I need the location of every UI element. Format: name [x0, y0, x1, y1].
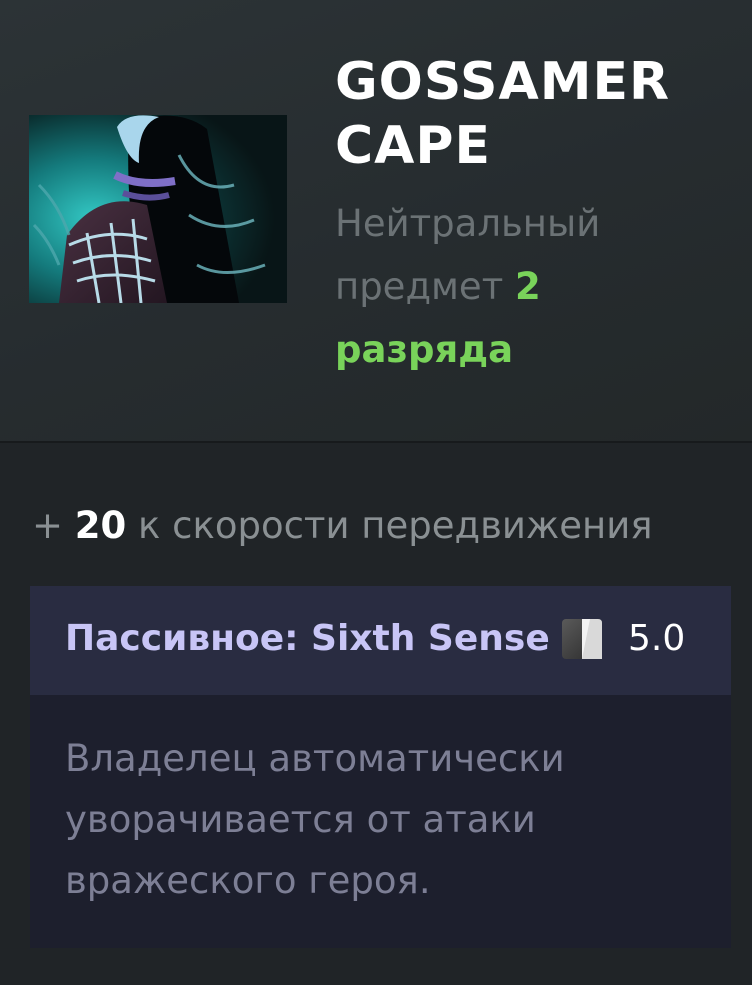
ability-description: Владелец автоматически уворачивается от …: [65, 737, 565, 902]
tooltip-body: + 20 к скорости передвижения Пассивное: …: [0, 443, 752, 985]
tooltip-header: GOSSAMER CAPE Нейтральный предмет 2 разряд…: [0, 0, 752, 443]
item-subtitle-prefix: Нейтральный предмет: [335, 202, 601, 308]
item-tooltip: GOSSAMER CAPE Нейтральный предмет 2 разряд…: [0, 0, 752, 985]
item-tier-number: 2: [515, 265, 541, 308]
item-name-line2: CAPE: [335, 116, 492, 176]
stat-line-move-speed: + 20 к скорости передвижения: [32, 501, 653, 551]
gossamer-cape-image: [29, 115, 287, 303]
item-name: GOSSAMER CAPE: [335, 50, 735, 178]
ability-header: Пассивное: Sixth Sense 5.0: [30, 586, 731, 695]
cooldown-value: 5.0: [628, 618, 686, 659]
stat-prefix: +: [32, 504, 75, 547]
item-name-line1: GOSSAMER: [335, 52, 671, 112]
ability-title: Пассивное: Sixth Sense: [65, 618, 550, 659]
cooldown-icon: [560, 618, 606, 660]
ability-block: Пассивное: Sixth Sense 5.0 Владелец авто…: [30, 586, 731, 948]
stat-label: к скорости передвижения: [126, 504, 653, 547]
item-subtitle: Нейтральный предмет 2 разряда: [335, 192, 735, 381]
item-tier-word: разряда: [335, 328, 514, 371]
stat-value: 20: [74, 504, 127, 547]
